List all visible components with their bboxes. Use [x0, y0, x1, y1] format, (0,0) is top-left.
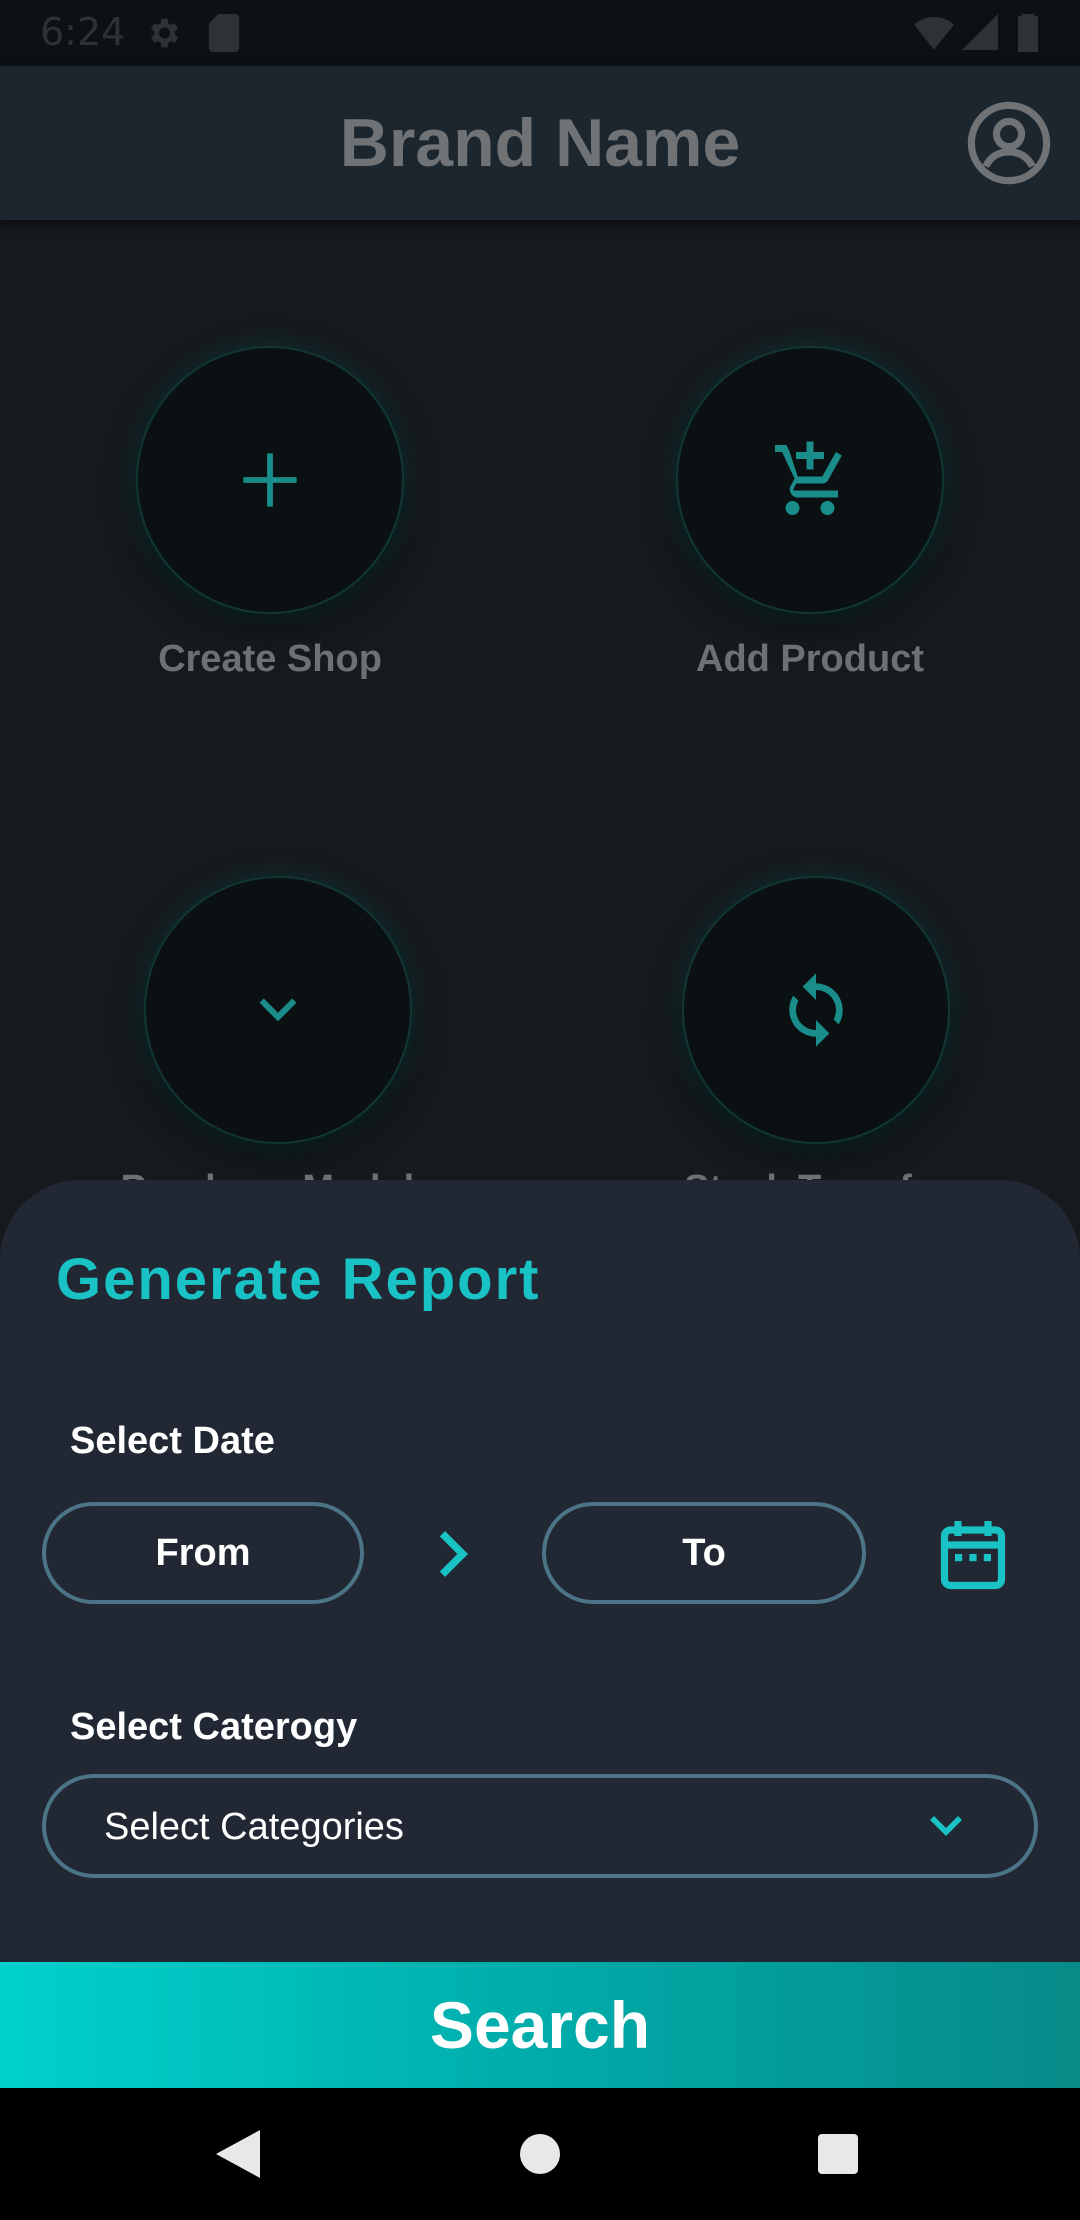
tile-create-shop[interactable]: Create Shop [70, 346, 470, 681]
sync-icon [789, 973, 843, 1047]
home-icon[interactable] [520, 2134, 560, 2174]
sd-card-icon [208, 14, 240, 52]
chevron-down-icon [259, 998, 297, 1022]
app-title: Brand Name [339, 105, 741, 181]
status-time: 6:24 [40, 10, 126, 54]
search-button[interactable]: Search [0, 1962, 1080, 2088]
screen: 6:24 Brand Name Create Shop Add Product … [0, 0, 1080, 2220]
battery-icon [1018, 14, 1038, 52]
chevron-down-icon [930, 1816, 962, 1836]
tile-button[interactable] [682, 876, 950, 1144]
tile-button[interactable] [676, 346, 944, 614]
tile-stock-transfer[interactable]: Stock Transfer [616, 876, 1016, 1211]
cart-plus-icon [775, 441, 842, 515]
back-icon[interactable] [216, 2130, 260, 2178]
tile-purchase-module[interactable]: Purchase Module [78, 876, 478, 1211]
sheet-title: Generate Report [56, 1247, 541, 1312]
wifi-icon [914, 17, 954, 50]
app-bar: Brand Name [0, 66, 1080, 220]
tile-button[interactable] [136, 346, 404, 614]
from-date-button[interactable]: From [42, 1502, 364, 1604]
category-select[interactable]: Select Categories [42, 1774, 1038, 1878]
tile-label: Add Product [696, 638, 924, 680]
account-circle-icon[interactable] [966, 100, 1052, 186]
tile-add-product[interactable]: Add Product [610, 346, 1010, 681]
tile-label: Create Shop [158, 638, 382, 680]
select-date-label: Select Date [70, 1420, 275, 1462]
recents-icon[interactable] [818, 2134, 858, 2174]
plus-icon [243, 453, 297, 507]
gear-icon [150, 18, 179, 48]
to-date-button[interactable]: To [542, 1502, 866, 1604]
signal-icon [962, 14, 998, 50]
category-select-value: Select Categories [104, 1806, 404, 1848]
select-category-label: Select Caterogy [70, 1706, 358, 1748]
system-nav-bar [0, 2088, 1080, 2220]
chevron-right-icon [439, 1531, 468, 1577]
status-bar: 6:24 [0, 0, 1080, 66]
tile-button[interactable] [144, 876, 412, 1144]
calendar-icon[interactable] [940, 1518, 1006, 1590]
